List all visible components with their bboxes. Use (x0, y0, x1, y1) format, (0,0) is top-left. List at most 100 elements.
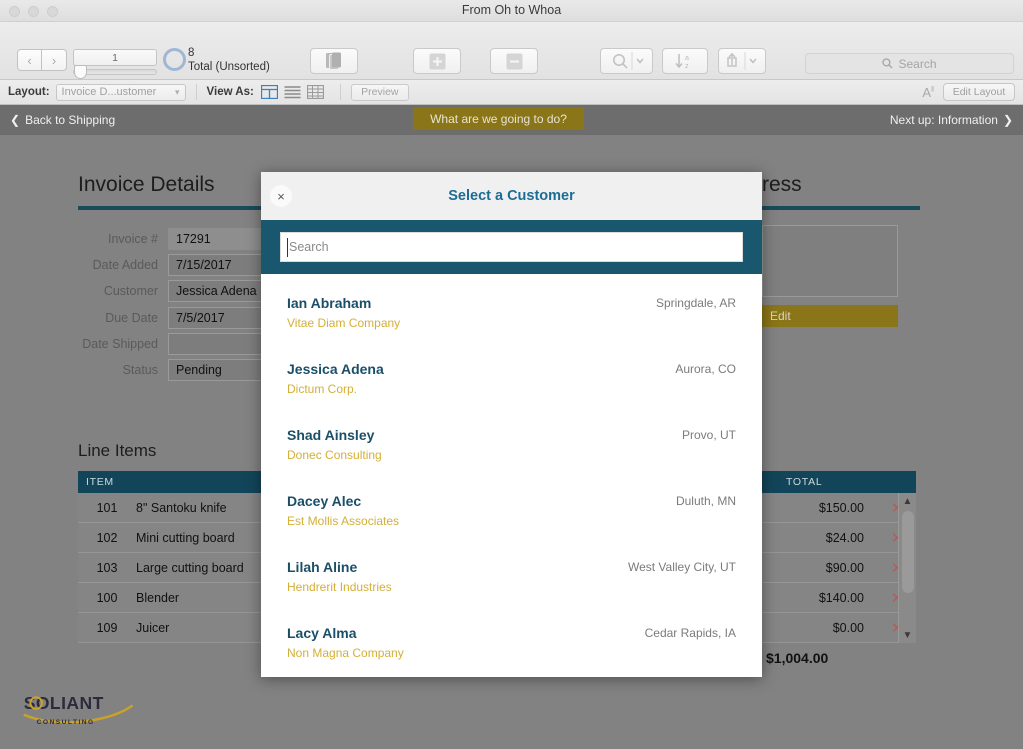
list-item[interactable]: Shad Ainsley Donec Consulting Provo, UT (261, 416, 762, 482)
customer-search-input[interactable]: Search (280, 232, 743, 262)
field-label: Due Date (105, 311, 158, 325)
find-button[interactable]: Find (600, 48, 653, 98)
record-total-label: Total (Unsorted) (188, 61, 270, 73)
new-record-button[interactable]: New Record (413, 48, 471, 98)
customer-search-placeholder: Search (289, 240, 329, 254)
share-icon (718, 48, 766, 74)
pie-progress-icon (163, 48, 186, 71)
chevron-down-icon: ▾ (175, 86, 180, 97)
customer-name: Jessica Adena (287, 361, 384, 377)
form-view-icon[interactable] (260, 85, 278, 99)
delete-record-button[interactable]: Delete Record (490, 48, 557, 98)
cell-total: $90.00 (825, 560, 864, 575)
customer-city: Duluth, MN (675, 494, 736, 508)
customer-company: Donec Consulting (287, 448, 382, 462)
svg-text:a: a (685, 55, 689, 62)
customer-name: Shad Ainsley (287, 427, 375, 443)
customer-company: Non Magna Company (287, 646, 404, 660)
sort-button[interactable]: a z Sort (662, 48, 708, 98)
main-toolbar: ‹ › 1 8 Total (Unsorted) Records Show Al… (0, 22, 1023, 98)
cell-total: $140.00 (818, 590, 864, 605)
show-all-button[interactable]: Show All (310, 48, 358, 98)
address-edit-button[interactable]: Edit (762, 305, 898, 327)
scroll-down-icon[interactable]: ▼ (899, 627, 916, 643)
search-placeholder: Search (898, 56, 937, 71)
invoice-details-title: Invoice Details (78, 173, 215, 196)
record-number-field[interactable]: 1 (73, 49, 157, 66)
record-slider-thumb[interactable] (74, 65, 87, 79)
customer-city: Provo, UT (681, 428, 736, 442)
list-item[interactable]: Dacey Alec Est Mollis Associates Duluth,… (261, 482, 762, 548)
field-label: Date Added (92, 258, 158, 272)
view-as-label: View As: (206, 86, 254, 98)
address-section-title: ress (762, 173, 802, 196)
preview-button[interactable]: Preview (350, 83, 409, 101)
back-label: Back to Shipping (25, 113, 116, 127)
table-view-icon[interactable] (306, 85, 324, 99)
svg-text:z: z (685, 63, 689, 70)
share-button[interactable]: Share (718, 48, 766, 98)
edit-layout-button[interactable]: Edit Layout (943, 83, 1015, 101)
list-view-icon[interactable] (284, 85, 301, 99)
divider (195, 84, 197, 100)
address-box[interactable] (762, 225, 898, 297)
cell-item: 103 (96, 560, 118, 575)
search-icon (882, 58, 893, 69)
column-header-item: ITEM (86, 476, 114, 488)
modal-search-bar: Search (261, 220, 762, 274)
customer-city: Springdale, AR (655, 296, 736, 310)
svg-text:SOLIANT: SOLIANT (24, 693, 104, 713)
list-item[interactable]: Ian Abraham Vitae Diam Company Springdal… (261, 284, 762, 350)
list-item[interactable]: Lilah Aline Hendrerit Industries West Va… (261, 548, 762, 614)
field-label: Status (122, 363, 158, 377)
minus-icon (490, 48, 538, 74)
text-caret (287, 238, 288, 257)
customer-city: Cedar Rapids, IA (644, 626, 736, 640)
customer-city: West Valley City, UT (627, 560, 736, 574)
next-label: Next up: Information (889, 113, 998, 127)
list-item[interactable]: Lacy Alma Non Magna Company Cedar Rapids… (261, 614, 762, 680)
magnifier-icon (600, 48, 653, 74)
field-label: Invoice # (107, 232, 158, 246)
grand-total: $1,004.00 (766, 650, 829, 666)
record-navigation[interactable]: ‹ › (17, 49, 67, 71)
customer-company: Dictum Corp. (287, 382, 358, 396)
cell-item: 100 (96, 590, 118, 605)
text-format-icon[interactable]: A‖ (922, 85, 934, 100)
scroll-up-icon[interactable]: ▲ (899, 493, 916, 509)
customer-city: Aurora, CO (675, 362, 736, 376)
sort-az-icon: a z (662, 48, 708, 74)
layout-label: Layout: (8, 86, 50, 98)
select-customer-modal: × Select a Customer Search Ian Abraham V… (261, 172, 762, 677)
layout-select-value: Invoice D...ustomer (61, 86, 157, 98)
plus-icon (413, 48, 461, 74)
cell-item: 101 (96, 500, 118, 515)
app-window: From Oh to Whoa ‹ › 1 8 Total (Unsorted)… (0, 0, 1023, 749)
customer-list: Ian Abraham Vitae Diam Company Springdal… (261, 274, 762, 680)
records-stack-icon (310, 48, 358, 74)
modal-title: Select a Customer (448, 188, 575, 204)
cell-total: $24.00 (825, 530, 864, 545)
soliant-consulting-logo: SOLIANT CONSULTING (23, 693, 134, 726)
list-item[interactable]: Jessica Adena Dictum Corp. Aurora, CO (261, 350, 762, 416)
back-to-shipping-button[interactable]: ❮ Back to Shipping (10, 113, 115, 127)
table-scrollbar[interactable]: ▲ ▼ (898, 493, 916, 643)
previous-record-button[interactable]: ‹ (17, 49, 42, 71)
scrollbar-thumb[interactable] (902, 511, 914, 593)
next-record-button[interactable]: › (42, 49, 67, 71)
layout-select[interactable]: Invoice D...ustomer ▾ (55, 83, 186, 101)
cell-item: 109 (96, 620, 118, 635)
modal-header: × Select a Customer (261, 172, 762, 220)
search-input[interactable]: Search (805, 53, 1014, 74)
customer-name: Dacey Alec (287, 493, 362, 509)
window-title: From Oh to Whoa (461, 3, 562, 17)
line-items-title: Line Items (78, 441, 157, 460)
next-up-button[interactable]: Next up: Information ❯ (890, 113, 1013, 127)
close-icon[interactable]: × (270, 185, 292, 207)
customer-company: Hendrerit Industries (287, 580, 392, 594)
prompt-button[interactable]: What are we going to do? (413, 108, 584, 130)
cell-total: $0.00 (832, 620, 864, 635)
layout-bar: Layout: Invoice D...ustomer ▾ View As: P… (0, 80, 1023, 105)
svg-text:CONSULTING: CONSULTING (37, 719, 95, 726)
cell-total: $150.00 (818, 500, 864, 515)
